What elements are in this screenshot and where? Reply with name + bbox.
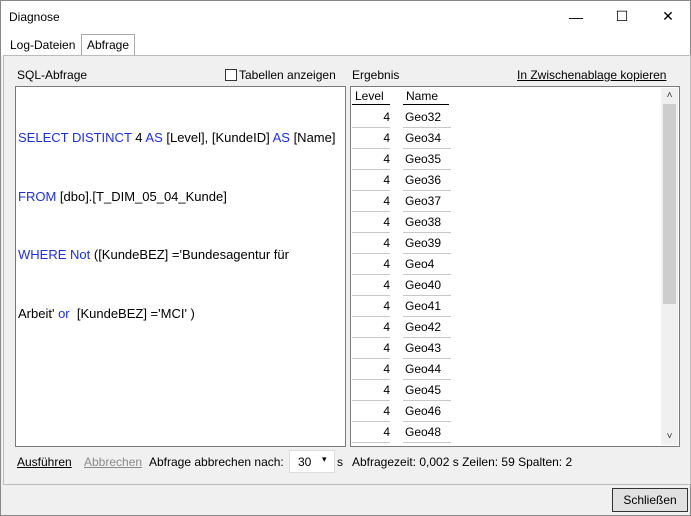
sql-keyword: WHERE: [18, 247, 67, 262]
sql-editor[interactable]: SELECT DISTINCT 4 AS [Level], [KundeID] …: [15, 86, 346, 447]
sql-keyword: or: [58, 305, 70, 321]
level-cell: 4: [352, 423, 390, 443]
show-tables-checkbox[interactable]: [225, 69, 237, 81]
timeout-label: Abfrage abbrechen nach:: [149, 455, 284, 469]
name-cell: Geo4: [403, 255, 451, 275]
level-cell: 4: [352, 339, 390, 359]
level-cell: 4: [352, 150, 390, 170]
close-window-button[interactable]: ✕: [645, 1, 691, 32]
name-cell: Geo38: [403, 213, 451, 233]
header-underline: [352, 104, 390, 105]
table-row[interactable]: 4 Geo45: [351, 381, 651, 402]
sql-text-part: ([KundeBEZ] ='Bundesagentur für: [90, 247, 289, 262]
level-cell: 4: [352, 192, 390, 212]
level-cell: 4: [352, 402, 390, 422]
table-row[interactable]: 4 Geo43: [351, 339, 651, 360]
table-row[interactable]: 4 Geo42: [351, 318, 651, 339]
table-row[interactable]: 4 Geo4: [351, 255, 651, 276]
sql-text-part: [KundeBEZ] ='MCI' ): [69, 305, 195, 321]
cancel-link[interactable]: Abbrechen: [84, 455, 142, 469]
title-bar: Diagnose — ☐ ✕: [1, 1, 690, 32]
sql-keyword: SELECT DISTINCT: [18, 130, 132, 145]
name-cell: Geo45: [403, 381, 451, 401]
table-row[interactable]: 4 Geo46: [351, 402, 651, 423]
name-cell: Geo40: [403, 276, 451, 296]
table-row[interactable]: 4 Geo37: [351, 192, 651, 213]
sql-text-part: [dbo].[T_DIM_05_04_Kunde]: [56, 188, 227, 204]
name-cell: Geo42: [403, 318, 451, 338]
name-cell: Geo35: [403, 150, 451, 170]
name-cell: Geo36: [403, 171, 451, 191]
table-row[interactable]: 4 Geo48: [351, 423, 651, 444]
maximize-button[interactable]: ☐: [599, 1, 645, 32]
level-cell: 4: [352, 171, 390, 191]
name-cell: Geo41: [403, 297, 451, 317]
name-cell: Geo44: [403, 360, 451, 380]
name-cell: Geo43: [403, 339, 451, 359]
tab-abfrage[interactable]: Abfrage: [81, 34, 136, 56]
diagnose-window: Diagnose — ☐ ✕ Log-Dateien Abfrage SQL-A…: [0, 0, 691, 516]
sql-text: SELECT DISTINCT 4 AS [Level], [KundeID] …: [18, 89, 340, 362]
window-title: Diagnose: [9, 10, 60, 24]
sql-text-part: Arbeit': [18, 305, 59, 321]
timeout-select[interactable]: 30 ▾: [289, 450, 335, 473]
sql-keyword: FROM: [18, 188, 57, 204]
level-cell: 4: [352, 381, 390, 401]
timeout-value: 30: [298, 455, 312, 469]
show-tables-label: Tabellen anzeigen: [239, 68, 336, 82]
name-cell: Geo32: [403, 108, 451, 128]
query-status: Abfragezeit: 0,002 s Zeilen: 59 Spalten:…: [352, 455, 573, 469]
sql-keyword: AS: [272, 130, 290, 145]
minimize-button[interactable]: —: [553, 1, 599, 32]
level-cell: 4: [352, 108, 390, 128]
copy-to-clipboard-link[interactable]: In Zwischenablage kopieren: [517, 68, 666, 82]
sql-keyword: AS: [145, 130, 163, 145]
header-underline: [403, 104, 449, 105]
sql-keyword: Not: [70, 247, 91, 262]
tab-log-dateien[interactable]: Log-Dateien: [5, 37, 80, 55]
name-cell: Geo46: [403, 402, 451, 422]
sql-text-part: [Level], [KundeID]: [162, 130, 273, 145]
level-cell: 4: [352, 276, 390, 296]
level-cell: 4: [352, 234, 390, 254]
name-cell: Geo48: [403, 423, 451, 443]
scroll-up-icon[interactable]: ˄: [661, 88, 678, 104]
result-grid: Level Name 4 Geo32 4 Geo34 4 Geo35 4 Geo36 4 Geo3…: [350, 86, 680, 447]
scroll-down-icon[interactable]: ˅: [661, 429, 678, 445]
level-cell: 4: [352, 297, 390, 317]
table-row[interactable]: 4 Geo40: [351, 276, 651, 297]
sql-text-part: 4: [131, 130, 146, 145]
table-row[interactable]: 4 Geo36: [351, 171, 651, 192]
sql-label: SQL-Abfrage: [17, 68, 88, 82]
scroll-thumb[interactable]: [663, 104, 676, 304]
table-row[interactable]: 4 Geo39: [351, 234, 651, 255]
tab-strip: Log-Dateien Abfrage: [1, 32, 690, 56]
level-cell: 4: [352, 318, 390, 338]
sql-text-part: [Name]: [289, 130, 336, 145]
table-row[interactable]: 4 Geo38: [351, 213, 651, 234]
execute-link[interactable]: Ausführen: [17, 455, 72, 469]
level-cell: 4: [352, 213, 390, 233]
result-label: Ergebnis: [352, 68, 400, 82]
level-cell: 4: [352, 129, 390, 149]
table-row[interactable]: 4 Geo32: [351, 108, 651, 129]
close-button[interactable]: Schließen: [612, 488, 688, 512]
vertical-scrollbar[interactable]: ˄ ˅: [661, 88, 678, 445]
level-cell: 4: [352, 360, 390, 380]
table-row[interactable]: 4 Geo34: [351, 129, 651, 150]
table-row[interactable]: 4 Geo35: [351, 150, 651, 171]
name-cell: Geo39: [403, 234, 451, 254]
timeout-unit: s: [337, 455, 343, 469]
table-row[interactable]: 4 Geo41: [351, 297, 651, 318]
table-row[interactable]: 4 Geo44: [351, 360, 651, 381]
column-header-name[interactable]: Name: [406, 89, 438, 103]
level-cell: 4: [352, 255, 390, 275]
chevron-down-icon: ▾: [322, 454, 327, 464]
column-header-level[interactable]: Level: [355, 89, 384, 103]
name-cell: Geo37: [403, 192, 451, 212]
name-cell: Geo34: [403, 129, 451, 149]
